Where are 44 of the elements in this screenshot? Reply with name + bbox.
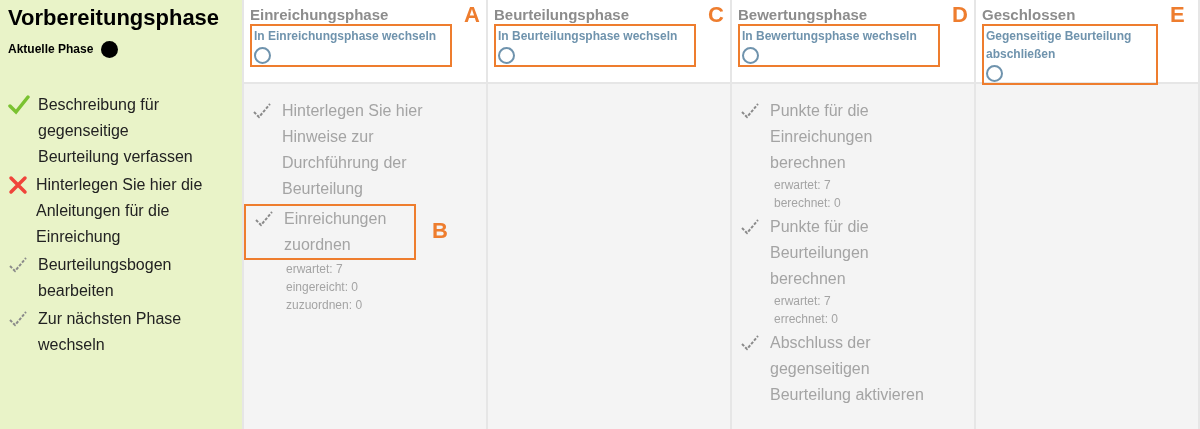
switch-phase-link[interactable]: In Bewertungsphase wechseln	[742, 27, 937, 45]
check-icon	[8, 255, 30, 275]
task-detail: eingereicht: 0	[285, 279, 360, 296]
check-icon	[254, 209, 276, 229]
phase-title: Geschlossen	[982, 5, 1076, 25]
callout-letter: B	[432, 220, 448, 242]
switch-phase-link[interactable]: In Einreichungsphase wechseln	[254, 27, 449, 45]
switch-phase-radio[interactable]	[986, 65, 1003, 82]
task-label[interactable]: Hinterlegen Sie hier die Anleitungen für die Einreichung	[36, 172, 208, 250]
phase-title: Bewertungsphase	[738, 5, 868, 25]
task-detail: zuzuordnen: 0	[285, 297, 364, 314]
check-icon	[8, 95, 30, 115]
task-detail: berechnet: 0	[773, 195, 842, 212]
task-label[interactable]: Abschluss der gegenseitigen Beurteilung aktivieren	[770, 330, 942, 408]
task-label[interactable]: Beurteilungsbogen bearbeiten	[38, 252, 210, 304]
task-detail: erwartet: 7	[773, 177, 832, 194]
check-icon	[252, 101, 274, 121]
task-label[interactable]: Einreichungen zuordnen	[284, 206, 406, 258]
task-label[interactable]: Beschreibung für gegenseitige Beurteilung verfassen	[38, 92, 210, 170]
callout-letter: E	[1170, 4, 1185, 26]
callout-letter: C	[708, 4, 724, 26]
phase-title: Einreichungsphase	[250, 5, 389, 25]
task-label[interactable]: Hinterlegen Sie hier Hinweise zur Durchführung der Beurteilung	[282, 98, 454, 202]
phase-title: Beurteilungsphase	[494, 5, 630, 25]
callout-letter: A	[464, 4, 480, 26]
task-detail: erwartet: 7	[285, 261, 344, 278]
switch-phase-link[interactable]: In Beurteilungsphase wechseln	[498, 27, 693, 45]
switch-phase-radio[interactable]	[254, 47, 271, 64]
switch-phase-radio[interactable]	[742, 47, 759, 64]
cross-icon	[8, 175, 28, 195]
switch-phase-link[interactable]: Gegenseitige Beurteilung abschließen	[986, 27, 1154, 63]
task-detail: errechnet: 0	[773, 311, 840, 328]
current-phase-label: Aktuelle Phase	[8, 41, 94, 58]
check-icon	[740, 333, 762, 353]
task-label[interactable]: Punkte für die Einreichungen berechnen	[770, 98, 942, 176]
task-detail: erwartet: 7	[773, 293, 832, 310]
phase-title: Vorbereitungsphase	[7, 4, 220, 32]
task-label[interactable]: Punkte für die Beurteilungen berechnen	[770, 214, 942, 292]
check-icon	[740, 101, 762, 121]
check-icon	[8, 309, 30, 329]
task-label[interactable]: Zur nächsten Phase wechseln	[38, 306, 210, 358]
check-icon	[740, 217, 762, 237]
callout-letter: D	[952, 4, 968, 26]
switch-phase-radio[interactable]	[498, 47, 515, 64]
